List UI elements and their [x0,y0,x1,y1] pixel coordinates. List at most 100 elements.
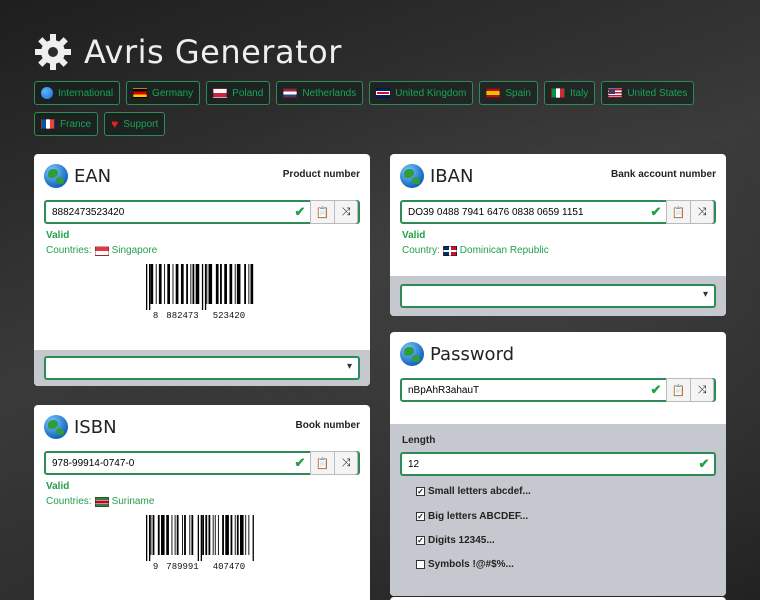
checkbox-checked[interactable]: ✓ [416,512,425,521]
app-header: Avris Generator [32,30,342,74]
card-title: IBAN [430,165,474,187]
checkbox-unchecked[interactable] [416,560,425,569]
country-name: Singapore [111,245,158,256]
flag-italy-icon [550,88,565,98]
card-title: ISBN [74,416,117,438]
iban-input[interactable] [402,202,646,222]
globe-icon [400,342,424,366]
copy-button[interactable]: 📋 [310,200,334,224]
country-button-netherlands[interactable]: Netherlands [276,81,364,105]
country-button-germany[interactable]: Germany [126,81,201,105]
country-label: Country: [402,245,440,256]
ean-field: ✔ 📋 ⤨ [44,200,360,224]
card-title: EAN [74,165,112,187]
copy-button[interactable]: 📋 [310,451,334,475]
barcode-left-digits: 882473 [166,311,199,321]
app-title: Avris Generator [84,33,342,71]
globe-icon [41,87,53,99]
globe-icon [400,164,424,188]
country-info: Countries: Suriname [46,496,358,507]
iban-footer [390,276,726,316]
heart-icon: ♥ [111,117,119,131]
shuffle-icon: ⤨ [697,205,707,218]
country-button-spain[interactable]: Spain [479,81,538,105]
shuffle-button[interactable]: ⤨ [334,200,358,224]
card-subtitle: Bank account number [610,168,716,180]
flag-germany-icon [133,88,148,98]
country-label: International [58,87,114,99]
option-digits[interactable]: ✓ Digits 12345... [416,535,495,546]
flag-netherlands-icon [283,88,298,98]
option-label: Big letters ABCDEF... [428,511,529,522]
card-subtitle: Product number [282,168,360,180]
barcode-first-digit: 8 [152,311,159,321]
clipboard-icon: 📋 [671,384,686,397]
card-title: Password [430,343,515,365]
globe-icon [44,164,68,188]
status-valid: Valid [402,230,426,241]
country-info: Countries: Singapore [46,245,358,256]
shuffle-button[interactable]: ⤨ [690,378,714,402]
support-button[interactable]: ♥ Support [104,112,166,136]
password-card: Password ✔ 📋 ⤨ Length ✔ ✓Small letters a… [390,332,726,596]
option-symbols[interactable]: Symbols !@#$%... [416,559,514,570]
country-button-uk[interactable]: United Kingdom [369,81,474,105]
flag-usa-icon [608,88,623,98]
option-label: Symbols !@#$%... [428,559,514,570]
checkbox-checked[interactable]: ✓ [416,536,425,545]
country-button-poland[interactable]: Poland [206,81,271,105]
barcode-right-digits: 523420 [212,311,246,321]
country-name: Suriname [111,496,155,507]
country-label: Netherlands [302,87,357,99]
option-big-letters[interactable]: ✓ Big letters ABCDEF... [416,511,528,522]
barcode-right-digits: 407470 [212,562,246,572]
flag-singapore-icon [94,245,109,256]
country-label: France [60,118,92,130]
copy-button[interactable]: 📋 [666,378,690,402]
shuffle-icon: ⤨ [697,383,707,396]
iban-country-select[interactable] [400,284,716,308]
check-icon: ✔ [650,382,662,397]
country-button-italy[interactable]: Italy [543,81,596,105]
checkbox-checked[interactable]: ✓ [416,487,425,496]
length-input[interactable] [402,454,694,474]
iban-field: ✔ 📋 ⤨ [400,200,716,224]
isbn-input[interactable] [46,453,290,473]
barcode-left-digits: 789991 [166,562,199,572]
flag-uk-icon [376,88,391,98]
check-icon: ✔ [698,456,710,471]
barcode-bars [146,515,254,561]
ean-country-select[interactable] [44,356,360,380]
ean-input[interactable] [46,202,290,222]
barcode-bars [146,264,254,310]
clipboard-icon: 📋 [315,206,330,219]
isbn-field: ✔ 📋 ⤨ [44,451,360,475]
shuffle-icon: ⤨ [341,456,351,469]
isbn-card: ISBN Book number ✔ 📋 ⤨ Valid Countries: … [34,405,370,600]
country-name: Dominican Republic [459,245,549,256]
option-label: Digits 12345... [428,535,495,546]
support-label: Support [123,118,159,130]
check-icon: ✔ [294,455,306,470]
country-button-france[interactable]: France [34,112,99,136]
length-field: ✔ [400,452,716,476]
flag-suriname-icon [94,496,109,507]
country-info: Country: Dominican Republic [402,245,714,256]
flag-france-icon [41,119,55,129]
status-valid: Valid [46,481,70,492]
shuffle-icon: ⤨ [341,205,351,218]
ean-card: EAN Product number ✔ 📋 ⤨ Valid Countries… [34,154,370,386]
country-button-international[interactable]: International [34,81,121,105]
option-small-letters[interactable]: ✓ Small letters abcdef... [416,486,531,497]
country-label: Spain [505,87,531,99]
flag-poland-icon [213,88,228,98]
copy-button[interactable]: 📋 [666,200,690,224]
shuffle-button[interactable]: ⤨ [690,200,714,224]
ean-footer [34,350,370,386]
shuffle-button[interactable]: ⤨ [334,451,358,475]
iban-card: IBAN Bank account number ✔ 📋 ⤨ Valid Cou… [390,154,726,316]
password-input[interactable] [402,380,646,400]
country-label: Poland [232,87,264,99]
country-button-usa[interactable]: United States [601,81,695,105]
country-selector: International Germany Poland Netherlands… [34,81,734,136]
